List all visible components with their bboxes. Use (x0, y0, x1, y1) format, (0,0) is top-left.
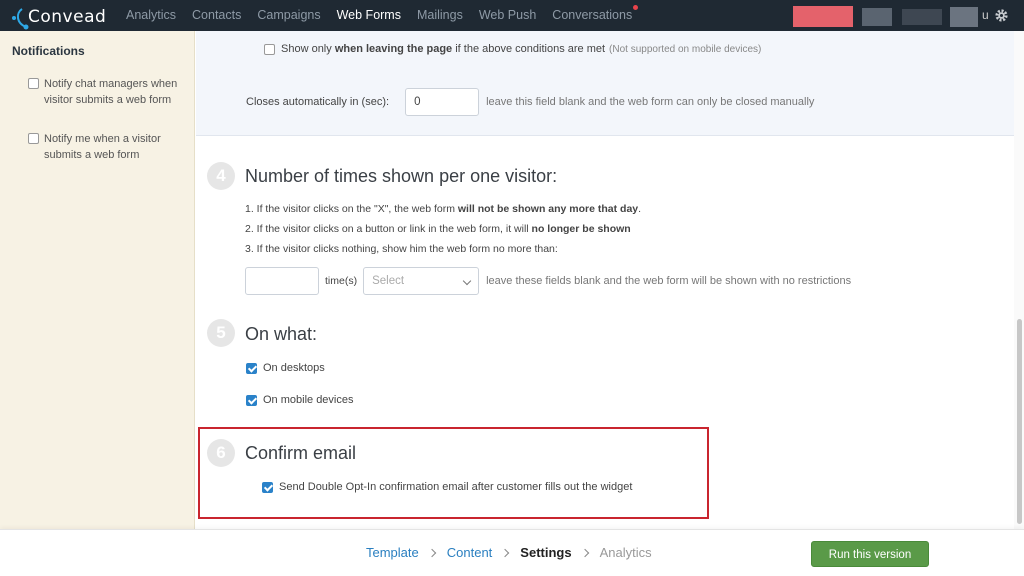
main-nav: Analytics Contacts Campaigns Web Forms M… (118, 0, 640, 31)
nav-analytics[interactable]: Analytics (118, 0, 184, 31)
wizard-footer: Template Content Settings Analytics Run … (0, 529, 1024, 576)
step-4-rule-1: 1. If the visitor clicks on the "X", the… (245, 203, 641, 215)
leaving-page-checkbox[interactable] (264, 43, 275, 55)
closes-label: Closes automatically in (sec): (246, 96, 390, 108)
desktops-label: On desktops (263, 362, 325, 374)
leaving-suffix: if the above conditions are met (452, 43, 606, 55)
top-navigation-bar: Convead Analytics Contacts Campaigns Web… (0, 0, 1024, 31)
step-6-title: Confirm email (245, 443, 357, 463)
notify-managers-label: Notify chat managers when visitor submit… (44, 78, 178, 106)
step-4-title: Number of times shown per one visitor: (245, 166, 558, 186)
logo-text: Convead (28, 7, 107, 27)
gear-icon[interactable] (994, 8, 1009, 23)
closes-seconds-input[interactable]: 0 (405, 88, 480, 116)
step-5-title: On what: (245, 324, 318, 344)
chevron-right-icon (580, 548, 589, 557)
nav-campaigns[interactable]: Campaigns (249, 0, 328, 31)
mobile-option[interactable]: On mobile devices (246, 394, 354, 406)
rule-2-bold: no longer be shown (531, 223, 631, 235)
closes-automatically-row: Closes automatically in (sec): 0 leave t… (246, 88, 814, 116)
settings-content: Show only when leaving the page if the a… (196, 31, 1014, 531)
step-6-number: 6 (207, 439, 235, 467)
notifications-heading: Notifications (12, 44, 85, 58)
scrollbar-thumb[interactable] (1017, 319, 1022, 524)
double-optin-label: Send Double Opt-In confirmation email af… (279, 481, 633, 493)
desktops-option[interactable]: On desktops (246, 362, 325, 374)
user-name-suffix[interactable]: u (982, 8, 989, 22)
redacted-block (950, 7, 978, 27)
nav-conversations-label: Conversations (552, 8, 633, 22)
times-shown-row: time(s) Select leave these fields blank … (245, 267, 851, 295)
leaving-prefix: Show only (281, 43, 335, 55)
double-optin-checkbox[interactable] (262, 481, 273, 493)
nav-contacts[interactable]: Contacts (184, 0, 249, 31)
period-select-value: Select (372, 275, 405, 287)
user-menu[interactable] (790, 4, 990, 28)
run-this-version-button[interactable]: Run this version (811, 541, 929, 567)
leaving-page-label: Show only when leaving the page if the a… (281, 43, 605, 55)
rule-1-end: . (638, 203, 642, 215)
chevron-right-icon (427, 548, 436, 557)
rule-1-bold: will not be shown any more that day (457, 203, 639, 215)
step-4-number: 4 (207, 162, 235, 190)
step-4-rule-2: 2. If the visitor clicks on a button or … (245, 223, 631, 235)
leaving-page-option[interactable]: Show only when leaving the page if the a… (264, 43, 761, 55)
notify-me-option[interactable]: Notify me when a visitor submits a web f… (28, 131, 188, 163)
nav-web-forms[interactable]: Web Forms (329, 0, 409, 31)
double-optin-option[interactable]: Send Double Opt-In confirmation email af… (262, 481, 632, 493)
convead-logo[interactable]: Convead (8, 3, 108, 31)
times-count-input[interactable] (245, 267, 319, 295)
wizard-step-content[interactable]: Content (447, 545, 493, 560)
desktops-checkbox[interactable] (246, 362, 257, 374)
display-conditions-panel: Show only when leaving the page if the a… (196, 31, 1014, 136)
scrollbar[interactable] (1014, 31, 1024, 531)
notify-me-label: Notify me when a visitor submits a web f… (44, 133, 161, 161)
leaving-note: (Not supported on mobile devices) (609, 43, 762, 55)
nav-mailings[interactable]: Mailings (409, 0, 471, 31)
notify-managers-option[interactable]: Notify chat managers when visitor submit… (28, 76, 188, 108)
wizard-step-analytics[interactable]: Analytics (600, 545, 652, 560)
leaving-bold: when leaving the page (334, 43, 453, 55)
notification-dot (633, 5, 639, 10)
rule-2-text: 2. If the visitor clicks on a button or … (245, 223, 532, 235)
chevron-down-icon (462, 276, 472, 286)
sidebar: Notifications Notify chat managers when … (0, 31, 195, 531)
wizard-step-settings: Settings (520, 545, 572, 560)
times-hint: leave these fields blank and the web for… (486, 275, 852, 287)
wizard-step-template[interactable]: Template (366, 545, 419, 560)
notify-managers-checkbox[interactable] (28, 78, 39, 89)
chevron-right-icon (501, 548, 510, 557)
times-label: time(s) (325, 275, 358, 287)
step-5-number: 5 (207, 319, 235, 347)
mobile-label: On mobile devices (263, 394, 354, 406)
nav-conversations[interactable]: Conversations (544, 0, 640, 31)
redacted-block (862, 8, 892, 26)
period-select[interactable]: Select (363, 267, 480, 295)
mobile-checkbox[interactable] (246, 394, 257, 406)
wizard-breadcrumb: Template Content Settings Analytics (366, 545, 652, 560)
notify-me-checkbox[interactable] (28, 133, 39, 144)
redacted-block (793, 6, 853, 27)
nav-web-push[interactable]: Web Push (471, 0, 544, 31)
rule-1-text: 1. If the visitor clicks on the "X", the… (245, 203, 458, 215)
redacted-block (902, 9, 942, 25)
step-4-rule-3: 3. If the visitor clicks nothing, show h… (245, 243, 558, 255)
confirm-email-highlight (198, 427, 709, 519)
closes-hint: leave this field blank and the web form … (486, 96, 815, 108)
